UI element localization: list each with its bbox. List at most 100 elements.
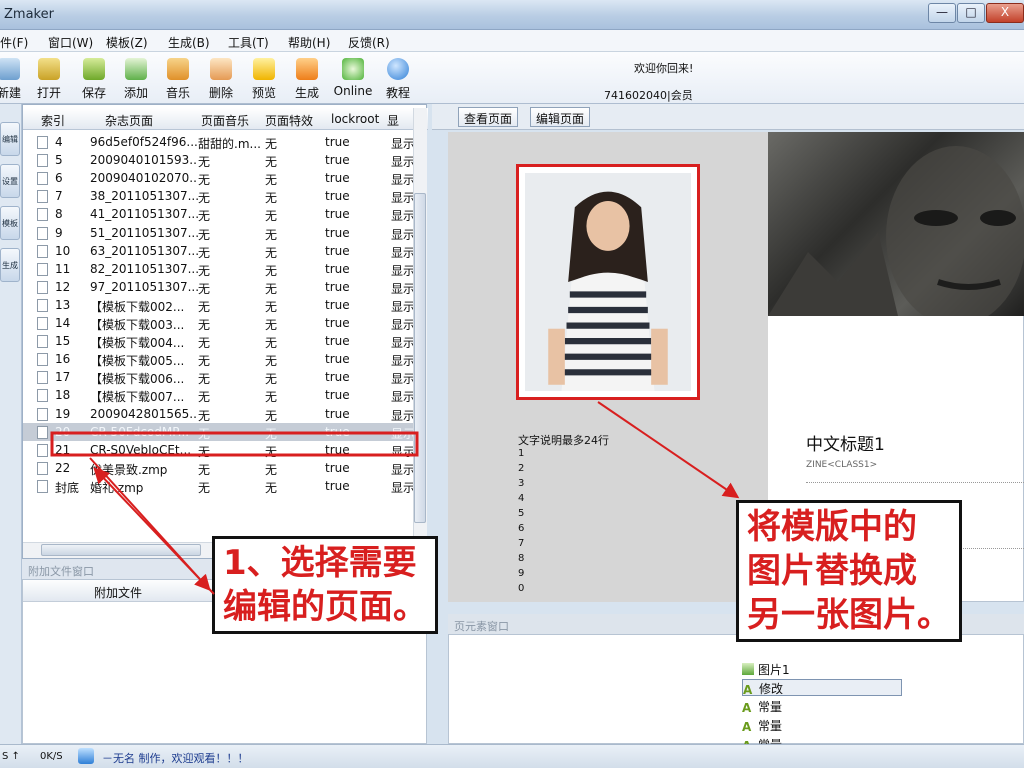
tree-item-constant[interactable]: A常量 <box>742 698 782 715</box>
cell-effect: 无 <box>265 263 278 278</box>
page-icon <box>37 226 48 240</box>
table-row[interactable]: 21 CR-S0VebIoCEt... 无 无 true 显示 <box>23 441 418 459</box>
col-lockroot[interactable]: lockroot <box>331 112 379 126</box>
music-note-icon <box>167 58 189 80</box>
vertical-scroll-thumb[interactable] <box>414 193 426 523</box>
table-row[interactable]: 19 2009042801565... 无无 true 显示 <box>23 405 418 423</box>
cell-lock: true <box>325 460 350 475</box>
cell-lock: true <box>325 261 350 276</box>
cell-effect: 无 <box>265 480 278 495</box>
table-row[interactable]: 10 63_2011051307... 无无 true 显示 <box>23 242 418 260</box>
table-row[interactable]: 9 51_2011051307... 无无 true 显示 <box>23 224 418 242</box>
page-icon <box>37 479 48 493</box>
horizontal-scroll-thumb[interactable] <box>41 544 201 556</box>
table-row[interactable]: 16 【模板下载005... 无 无 true 显示 <box>23 350 418 368</box>
table-row[interactable]: 封底 婚礼.zmp 无 无 true 显示 <box>23 477 418 495</box>
open-button[interactable]: 打开 <box>34 58 64 101</box>
table-row[interactable]: 14 【模板下载003... 无 无 true 显示 <box>23 314 418 332</box>
side-template-button[interactable]: 模板 <box>0 206 20 240</box>
menu-file[interactable]: 件(F) <box>0 34 28 51</box>
cell-lock: true <box>325 388 350 403</box>
table-row[interactable]: 15 【模板下载004... 无 无 true 显示 <box>23 332 418 350</box>
cell-show: 显示 <box>391 245 415 260</box>
cell-show: 显示 <box>391 318 415 332</box>
folder-icon <box>38 58 60 80</box>
help-icon <box>387 58 409 80</box>
cell-lock: true <box>325 370 350 385</box>
table-row[interactable]: 18 【模板下载007... 无 无 true 显示 <box>23 386 418 404</box>
cell-show: 显示 <box>391 191 415 206</box>
table-row[interactable]: 20 CR-50FdcodMP... 无 无 true 显示 <box>23 422 418 441</box>
attach-column-header[interactable]: 附加文件 <box>23 580 213 602</box>
col-index[interactable]: 索引 <box>41 112 65 129</box>
side-edit-button[interactable]: 编辑 <box>0 122 20 156</box>
table-row[interactable]: 17 【模板下载006... 无 无 true 显示 <box>23 368 418 386</box>
view-tabs: 查看页面 编辑页面 <box>432 104 1024 130</box>
preview-button[interactable]: 预览 <box>249 58 279 101</box>
cell-show: 显示 <box>391 444 415 459</box>
generate-button[interactable]: 生成 <box>292 58 322 101</box>
cell-effect: 无 <box>265 155 278 170</box>
music-button[interactable]: 音乐 <box>163 58 193 101</box>
add-button[interactable]: 添加 <box>121 58 151 101</box>
maximize-button[interactable]: □ <box>957 3 985 23</box>
cell-effect: 无 <box>265 408 278 423</box>
browser-icon[interactable] <box>78 748 94 764</box>
cell-music: 无 <box>198 245 211 260</box>
page-icon <box>37 244 48 258</box>
col-show[interactable]: 显 <box>387 112 399 129</box>
cell-page: 【模板下载002... <box>90 299 185 314</box>
table-row[interactable]: 8 41_2011051307... 无无 true 显示 <box>23 205 418 223</box>
menu-help[interactable]: 帮助(H) <box>288 34 330 51</box>
tree-item-edit[interactable]: A 修改 <box>742 679 902 697</box>
cell-idx: 封底 <box>55 480 80 495</box>
cell-idx: 8 <box>55 207 63 222</box>
cell-effect: 无 <box>265 173 278 188</box>
table-row[interactable]: 11 82_2011051307... 无无 true 显示 <box>23 260 418 278</box>
tab-view-page[interactable]: 查看页面 <box>458 107 519 127</box>
menu-template[interactable]: 模板(Z) <box>106 34 148 51</box>
caption-text: 文字说明最多24行 <box>518 434 609 447</box>
col-page[interactable]: 杂志页面 <box>105 112 153 129</box>
col-effect[interactable]: 页面特效 <box>265 112 313 129</box>
minimize-button[interactable]: — <box>928 3 956 23</box>
cell-page: CR-50FdcodMP... <box>90 424 190 439</box>
tree-item-constant[interactable]: A常量 <box>742 736 782 744</box>
chinese-title: 中文标题1 <box>806 435 885 455</box>
side-generate-button[interactable]: 生成 <box>0 248 20 282</box>
selected-photo-frame[interactable] <box>516 164 700 400</box>
cell-show: 显示 <box>391 354 415 369</box>
table-row[interactable]: 7 38_2011051307... 无无 true 显示 <box>23 187 418 205</box>
new-button[interactable]: 新建 <box>0 58 24 101</box>
menu-generate[interactable]: 生成(B) <box>168 34 210 51</box>
tutorial-button[interactable]: 教程 <box>383 58 413 101</box>
save-button[interactable]: 保存 <box>79 58 109 101</box>
table-row[interactable]: 13 【模板下载002... 无 无 true 显示 <box>23 296 418 314</box>
menu-tools[interactable]: 工具(T) <box>228 34 269 51</box>
table-row[interactable]: 6 2009040102070... 无无 true 显示 <box>23 169 418 187</box>
tree-item-image[interactable]: 图片1 <box>742 661 790 678</box>
table-row[interactable]: 22 优美景致.zmp 无 无 true 显示 <box>23 459 418 477</box>
status-bar: S ↑ 0K/S －无名 制作，欢迎观看！！！ <box>0 744 1024 768</box>
table-row[interactable]: 5 2009040101593... 无无 true 显示 <box>23 151 418 169</box>
menu-feedback[interactable]: 反馈(R) <box>348 34 390 51</box>
close-button[interactable]: X <box>986 3 1024 23</box>
tree-item-constant[interactable]: A常量 <box>742 717 782 734</box>
page-icon <box>37 190 48 204</box>
menu-window[interactable]: 窗口(W) <box>48 34 93 51</box>
member-text: 741602040|会员 <box>604 89 693 102</box>
tab-edit-page[interactable]: 编辑页面 <box>530 107 591 127</box>
cell-page: 2009042801565... <box>90 406 198 421</box>
title-bar: Zmaker — □ X <box>0 0 1024 30</box>
delete-button[interactable]: 删除 <box>206 58 236 101</box>
online-button[interactable]: Online <box>334 58 372 98</box>
caption-line: 3 <box>518 478 525 489</box>
toolbar: 新建 打开 保存 添加 音乐 删除 预览 生成 Online 教程 欢迎你回来!… <box>0 52 1024 128</box>
table-row[interactable]: 12 97_2011051307... 无无 true 显示 <box>23 278 418 296</box>
caption-line: 6 <box>518 523 525 534</box>
col-music[interactable]: 页面音乐 <box>201 112 249 129</box>
cell-idx: 4 <box>55 135 63 149</box>
side-settings-button[interactable]: 设置 <box>0 164 20 198</box>
text-a-icon: A <box>742 701 752 715</box>
table-row[interactable]: 4 96d5ef0f524f96... 甜甜的.m... 无 true 显示 <box>23 133 418 151</box>
